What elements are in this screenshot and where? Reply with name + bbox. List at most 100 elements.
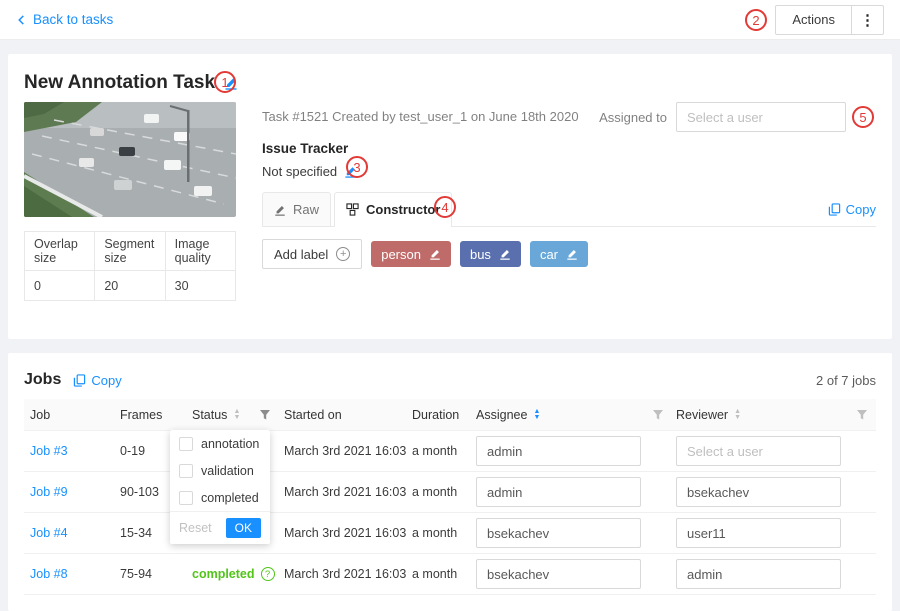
job-row: Job #4 15-34 March 3rd 2021 16:03 a mont… [24,513,876,554]
issue-tracker-value: Not specified [262,164,337,179]
job-link[interactable]: Job #9 [30,485,68,499]
annotation-marker-2: 2 [745,9,767,31]
col-assignee-label: Assignee [476,408,527,422]
job-duration: a month [406,567,470,581]
more-icon: ⋮ [860,11,875,29]
jobs-count: 2 of 7 jobs [816,373,876,388]
task-meta-row: Task #1521 Created by test_user_1 on Jun… [262,102,876,132]
status-filter-dropdown: annotation validation completed Reset OK [170,430,270,544]
param-header-overlap: Overlap size [25,232,95,271]
filter-dropdown-footer: Reset OK [170,511,270,544]
job-link[interactable]: Job #8 [30,567,68,581]
col-duration: Duration [406,408,470,422]
assignee-input[interactable] [476,436,641,466]
reviewer-filter-trigger[interactable] [850,409,874,421]
edit-label-icon[interactable] [499,248,511,260]
jobs-title: Jobs [24,371,61,389]
filter-icon [856,409,868,421]
label-chip-person[interactable]: person [371,241,451,267]
col-assignee-sort[interactable]: Assignee ▲▼ [470,408,646,422]
filter-ok-button[interactable]: OK [226,518,261,538]
task-title-row: New Annotation Task [24,70,876,96]
reviewer-input[interactable] [676,477,841,507]
assignee-input[interactable] [476,518,641,548]
job-link[interactable]: Job #3 [30,444,68,458]
task-meta: Task #1521 Created by test_user_1 on Jun… [262,102,579,124]
caret-down-icon: ▼ [533,415,540,421]
jobs-table: Job Frames Status ▲▼ Started on Duration… [24,399,876,595]
label-chip-bus[interactable]: bus [460,241,521,267]
status-filter-trigger[interactable] [252,409,278,421]
checkbox-icon[interactable] [179,437,193,451]
back-to-tasks-link[interactable]: Back to tasks [16,12,113,27]
annotation-marker-4: 4 [434,196,456,218]
param-header-quality: Image quality [165,232,235,271]
assigned-to-input[interactable] [676,102,846,132]
filter-option-completed[interactable]: completed [170,484,270,511]
job-link[interactable]: Job #4 [30,526,68,540]
assignee-input[interactable] [476,477,641,507]
actions-more-button[interactable]: ⋮ [852,5,884,35]
edit-label-icon[interactable] [566,248,578,260]
actions-button[interactable]: Actions [775,5,852,35]
checkbox-icon[interactable] [179,491,193,505]
job-started-on: March 3rd 2021 16:03 [278,485,406,499]
job-status: completed [192,567,255,581]
job-started-on: March 3rd 2021 16:03 [278,444,406,458]
jobs-copy-button[interactable]: Copy [73,373,121,388]
assignee-input[interactable] [476,559,641,589]
col-reviewer-sort[interactable]: Reviewer ▲▼ [670,408,850,422]
filter-reset-button[interactable]: Reset [179,521,212,535]
chevron-left-icon [16,14,27,26]
plus-circle-icon: + [336,247,350,261]
job-row: Job #9 90-103 March 3rd 2021 16:03 a mon… [24,472,876,513]
job-started-on: March 3rd 2021 16:03 [278,567,406,581]
job-row: Job #3 0-19 March 3rd 2021 16:03 a month [24,431,876,472]
job-duration: a month [406,526,470,540]
task-right-column: Task #1521 Created by test_user_1 on Jun… [262,102,876,323]
actions-button-group: Actions ⋮ [775,5,884,35]
filter-option-label: validation [201,464,254,478]
col-job: Job [24,408,114,422]
edit-label-icon[interactable] [429,248,441,260]
col-status-sort[interactable]: Status ▲▼ [186,408,252,422]
reviewer-input[interactable] [676,559,841,589]
labels-copy-button[interactable]: Copy [828,202,876,226]
sort-icon: ▲▼ [734,409,741,421]
col-status-label: Status [192,408,227,422]
filter-icon [259,409,271,421]
assigned-to-group: Assigned to [599,102,846,132]
annotation-marker-1: 1 [214,71,236,93]
assignee-filter-trigger[interactable] [646,409,670,421]
job-duration: a month [406,444,470,458]
param-value-overlap: 0 [25,271,95,301]
cvat-task-page: Back to tasks Actions ⋮ New Annotation T… [0,0,900,590]
col-reviewer-label: Reviewer [676,408,728,422]
sort-icon: ▲▼ [233,409,240,421]
back-to-tasks-label: Back to tasks [33,12,113,27]
task-left-column: Overlap size Segment size Image quality … [24,102,236,323]
reviewer-input[interactable] [676,436,841,466]
label-chip-name: car [540,247,558,262]
annotation-marker-5: 5 [852,106,874,128]
checkbox-icon[interactable] [179,464,193,478]
copy-icon [73,374,86,387]
caret-down-icon: ▼ [233,415,240,421]
question-circle-icon[interactable]: ? [261,567,275,581]
filter-option-annotation[interactable]: annotation [170,430,270,457]
jobs-header: Jobs Copy 2 of 7 jobs [24,369,876,391]
tab-constructor-label: Constructor [366,202,440,217]
tab-raw[interactable]: Raw [262,192,331,226]
param-header-segment: Segment size [95,232,165,271]
add-label-button[interactable]: Add label + [262,239,362,269]
label-chip-car[interactable]: car [530,241,588,267]
filter-option-validation[interactable]: validation [170,457,270,484]
jobs-table-header: Job Frames Status ▲▼ Started on Duration… [24,399,876,431]
job-duration: a month [406,485,470,499]
param-value-segment: 20 [95,271,165,301]
task-parameters-table: Overlap size Segment size Image quality … [24,231,236,301]
assigned-to-label: Assigned to [599,110,667,125]
reviewer-input[interactable] [676,518,841,548]
annotation-marker-3: 3 [346,156,368,178]
label-chip-name: person [381,247,421,262]
